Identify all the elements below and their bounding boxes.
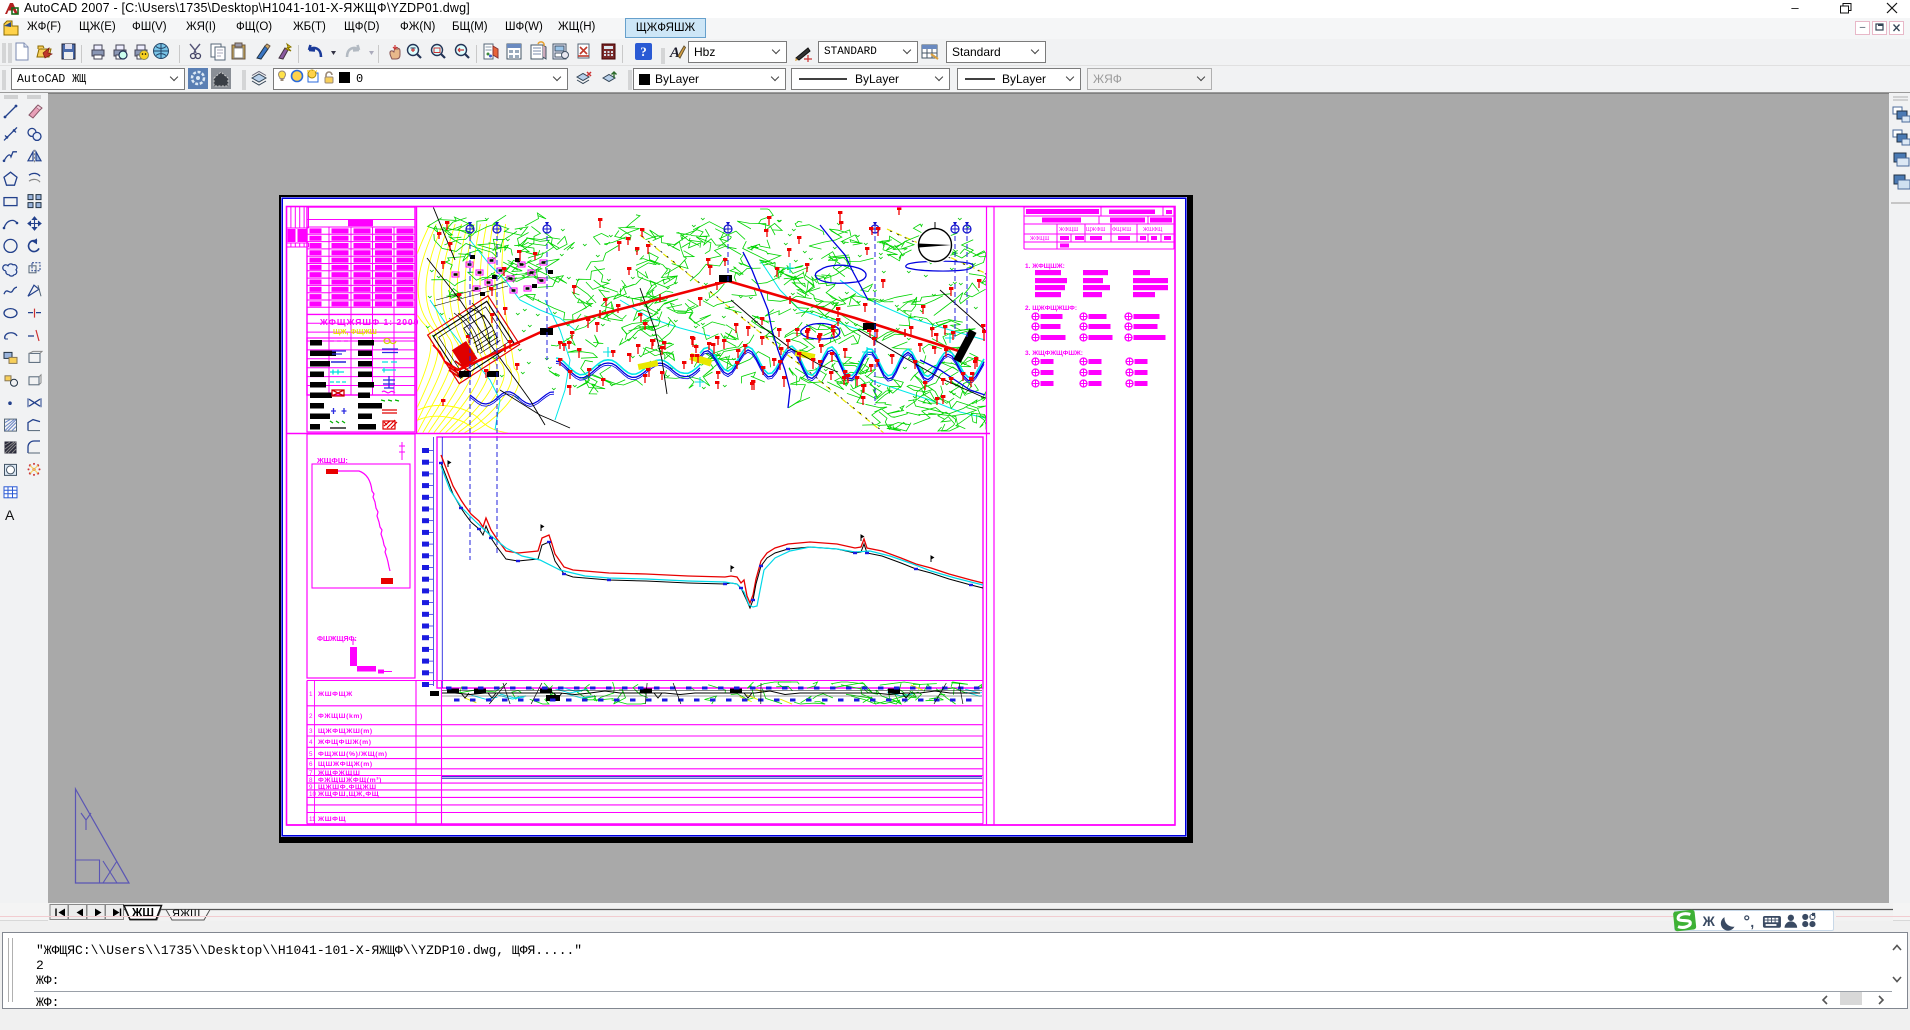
svg-text:ФЩЖШ: ФЩЖШ [1112,227,1131,233]
svg-text:8: 8 [309,777,313,784]
svg-text:ЩЖФШ: ЩЖФШ [1086,227,1105,233]
svg-text:ЖШФЩЖ: ЖШФЩЖ [317,691,353,698]
svg-text:ЖФЩЖЯШФ 1: 2000: ЖФЩЖЯШФ 1: 2000 [319,317,419,327]
svg-text:ЖФЩШ: ЖФЩШ [1059,227,1078,233]
svg-text:2: 2 [309,713,313,720]
svg-text:3: 3 [309,728,313,735]
svg-text:A: A [5,507,15,523]
svg-text:5: 5 [309,751,313,758]
svg-text:A: A [669,45,680,61]
svg-text:ЖШФЩ: ЖШФЩ [1143,227,1162,233]
svg-text:ФЖЩШ(km): ФЖЩШ(km) [318,713,363,720]
svg-text:ЖФЩФШЖ(m): ЖФЩФШЖ(m) [317,739,372,746]
svg-text:1. ЖФЩШЖ:: 1. ЖФЩШЖ: [1025,263,1065,270]
svg-text:ЩЖ, ФЩЖШ: ЩЖ, ФЩЖШ [333,329,377,336]
svg-text:,: , [1750,915,1754,930]
svg-text:1: 1 [309,691,313,698]
svg-text:ЖШ: ЖШ [131,908,154,920]
svg-text:6: 6 [309,761,313,768]
svg-text:9: 9 [309,784,313,791]
svg-text:ФШЖЩЯФ:: ФШЖЩЯФ: [317,636,357,643]
svg-text:ЩЖШФ,ФЩЖШ: ЩЖШФ,ФЩЖШ [318,784,377,791]
svg-text:ЩШЖФЩЖ(m): ЩШЖФЩЖ(m) [318,761,373,768]
svg-text:ЖШФЩ: ЖШФЩ [317,816,346,823]
svg-text:3. ЖЩФЖЩФШЖ:: 3. ЖЩФЖЩФШЖ: [1025,350,1083,357]
svg-text:11: 11 [309,816,316,823]
svg-text:ЖФЩШ: ЖФЩШ [1030,236,1049,242]
svg-text:10: 10 [309,791,317,798]
svg-text:ЖЩФЖЩШ: ЖЩФЖЩШ [317,770,360,777]
svg-text:Ж: Ж [1702,914,1716,929]
svg-text:ЖЩФШ,ЩЖ,ФЩ: ЖЩФШ,ЩЖ,ФЩ [317,791,379,798]
svg-text:ФЖЩШЖФЩ(m³): ФЖЩШЖФЩ(m³) [318,777,382,784]
svg-text:ЯЖШ: ЯЖШ [172,908,200,920]
svg-text:2. ЩЖФЩЖШФ:: 2. ЩЖФЩЖШФ: [1025,305,1077,312]
svg-text:0: 0 [356,72,363,86]
svg-text:ЩЖФЩЖШ(m): ЩЖФЩЖШ(m) [318,728,373,735]
svg-text:ФЩЖШ(%)/ЖЩ(m): ФЩЖШ(%)/ЖЩ(m) [318,751,388,758]
svg-text:?: ? [640,44,647,59]
svg-text:4: 4 [309,739,313,746]
svg-text:7: 7 [309,770,313,777]
